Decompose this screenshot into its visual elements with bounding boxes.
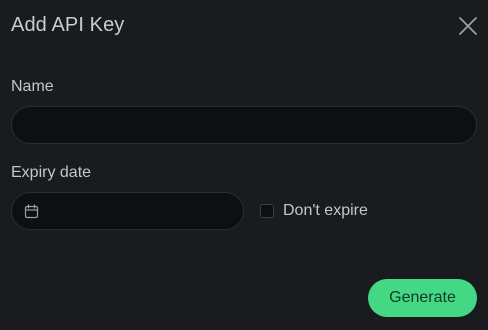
generate-button[interactable]: Generate (368, 279, 477, 317)
expiry-date-input[interactable] (48, 193, 233, 229)
dialog-title: Add API Key (11, 14, 125, 36)
calendar-icon (24, 204, 39, 219)
expiry-date-field[interactable] (11, 192, 244, 230)
dont-expire-toggle[interactable]: Don't expire (260, 201, 368, 221)
dont-expire-label: Don't expire (283, 202, 368, 219)
close-icon (456, 14, 480, 38)
name-input[interactable] (11, 106, 477, 144)
dont-expire-checkbox[interactable] (260, 204, 274, 218)
close-button[interactable] (456, 14, 480, 38)
expiry-date-label: Expiry date (11, 164, 92, 181)
name-label: Name (11, 78, 54, 95)
add-api-key-dialog: Add API Key Name Expiry date Don't expir… (0, 0, 488, 330)
